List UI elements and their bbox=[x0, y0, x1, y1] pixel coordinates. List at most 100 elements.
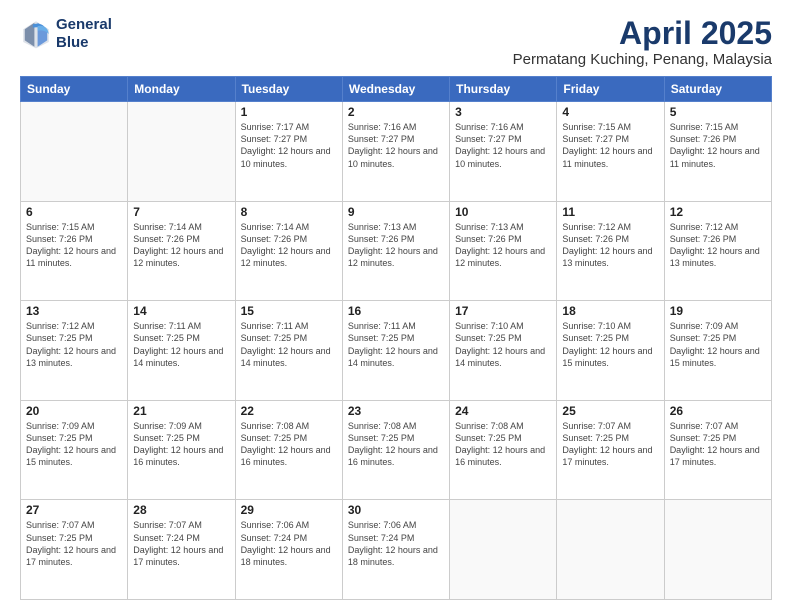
cell-w2d2: 15 Sunrise: 7:11 AM Sunset: 7:25 PM Dayli… bbox=[235, 301, 342, 401]
day-info: Sunrise: 7:14 AM Sunset: 7:26 PM Dayligh… bbox=[241, 221, 337, 270]
day-info: Sunrise: 7:14 AM Sunset: 7:26 PM Dayligh… bbox=[133, 221, 229, 270]
day-number: 3 bbox=[455, 105, 551, 119]
day-number: 29 bbox=[241, 503, 337, 517]
cell-w3d3: 23 Sunrise: 7:08 AM Sunset: 7:25 PM Dayli… bbox=[342, 400, 449, 500]
day-info: Sunrise: 7:12 AM Sunset: 7:25 PM Dayligh… bbox=[26, 320, 122, 369]
day-number: 22 bbox=[241, 404, 337, 418]
day-info: Sunrise: 7:10 AM Sunset: 7:25 PM Dayligh… bbox=[455, 320, 551, 369]
day-info: Sunrise: 7:11 AM Sunset: 7:25 PM Dayligh… bbox=[133, 320, 229, 369]
day-info: Sunrise: 7:16 AM Sunset: 7:27 PM Dayligh… bbox=[348, 121, 444, 170]
cell-w3d6: 26 Sunrise: 7:07 AM Sunset: 7:25 PM Dayli… bbox=[664, 400, 771, 500]
day-number: 2 bbox=[348, 105, 444, 119]
day-info: Sunrise: 7:15 AM Sunset: 7:26 PM Dayligh… bbox=[26, 221, 122, 270]
cell-w2d4: 17 Sunrise: 7:10 AM Sunset: 7:25 PM Dayli… bbox=[450, 301, 557, 401]
col-tuesday: Tuesday bbox=[235, 77, 342, 102]
logo-icon bbox=[20, 18, 52, 50]
cell-w3d4: 24Sunrise: 7:08 AM Sunset: 7:25 PM Dayli… bbox=[450, 400, 557, 500]
day-info: Sunrise: 7:13 AM Sunset: 7:26 PM Dayligh… bbox=[348, 221, 444, 270]
col-monday: Monday bbox=[128, 77, 235, 102]
day-number: 23 bbox=[348, 404, 444, 418]
cell-w4d6 bbox=[664, 500, 771, 600]
cell-w4d3: 30 Sunrise: 7:06 AM Sunset: 7:24 PM Dayli… bbox=[342, 500, 449, 600]
cell-w1d4: 10 Sunrise: 7:13 AM Sunset: 7:26 PM Dayli… bbox=[450, 201, 557, 301]
cell-w2d5: 18 Sunrise: 7:10 AM Sunset: 7:25 PM Dayli… bbox=[557, 301, 664, 401]
day-number: 5 bbox=[670, 105, 766, 119]
day-info: Sunrise: 7:07 AM Sunset: 7:25 PM Dayligh… bbox=[562, 420, 658, 469]
cell-w0d3: 2 Sunrise: 7:16 AM Sunset: 7:27 PM Daylig… bbox=[342, 102, 449, 202]
day-info: Sunrise: 7:12 AM Sunset: 7:26 PM Dayligh… bbox=[670, 221, 766, 270]
day-info: Sunrise: 7:10 AM Sunset: 7:25 PM Dayligh… bbox=[562, 320, 658, 369]
title-block: April 2025 Permatang Kuching, Penang, Ma… bbox=[513, 16, 772, 68]
col-sunday: Sunday bbox=[21, 77, 128, 102]
week-row-1: 6 Sunrise: 7:15 AM Sunset: 7:26 PM Daylig… bbox=[21, 201, 772, 301]
cell-w3d2: 22 Sunrise: 7:08 AM Sunset: 7:25 PM Dayli… bbox=[235, 400, 342, 500]
cell-w1d6: 12 Sunrise: 7:12 AM Sunset: 7:26 PM Dayli… bbox=[664, 201, 771, 301]
day-number: 16 bbox=[348, 304, 444, 318]
day-number: 21 bbox=[133, 404, 229, 418]
cell-w4d1: 28Sunrise: 7:07 AM Sunset: 7:24 PM Dayli… bbox=[128, 500, 235, 600]
cell-w1d3: 9Sunrise: 7:13 AM Sunset: 7:26 PM Daylig… bbox=[342, 201, 449, 301]
header: General Blue April 2025 Permatang Kuchin… bbox=[20, 16, 772, 68]
cell-w4d4 bbox=[450, 500, 557, 600]
day-number: 13 bbox=[26, 304, 122, 318]
day-info: Sunrise: 7:06 AM Sunset: 7:24 PM Dayligh… bbox=[348, 519, 444, 568]
calendar-table: Sunday Monday Tuesday Wednesday Thursday… bbox=[20, 76, 772, 600]
cell-w1d0: 6 Sunrise: 7:15 AM Sunset: 7:26 PM Daylig… bbox=[21, 201, 128, 301]
day-info: Sunrise: 7:07 AM Sunset: 7:25 PM Dayligh… bbox=[26, 519, 122, 568]
day-number: 30 bbox=[348, 503, 444, 517]
logo: General Blue bbox=[20, 16, 112, 52]
week-row-4: 27Sunrise: 7:07 AM Sunset: 7:25 PM Dayli… bbox=[21, 500, 772, 600]
logo-text: General Blue bbox=[56, 16, 112, 52]
logo-line2: Blue bbox=[56, 34, 112, 52]
cell-w0d0 bbox=[21, 102, 128, 202]
cell-w0d1 bbox=[128, 102, 235, 202]
cell-w2d6: 19 Sunrise: 7:09 AM Sunset: 7:25 PM Dayli… bbox=[664, 301, 771, 401]
cell-w0d2: 1Sunrise: 7:17 AM Sunset: 7:27 PM Daylig… bbox=[235, 102, 342, 202]
col-thursday: Thursday bbox=[450, 77, 557, 102]
day-info: Sunrise: 7:07 AM Sunset: 7:25 PM Dayligh… bbox=[670, 420, 766, 469]
day-info: Sunrise: 7:17 AM Sunset: 7:27 PM Dayligh… bbox=[241, 121, 337, 170]
cell-w3d0: 20Sunrise: 7:09 AM Sunset: 7:25 PM Dayli… bbox=[21, 400, 128, 500]
day-info: Sunrise: 7:09 AM Sunset: 7:25 PM Dayligh… bbox=[670, 320, 766, 369]
cell-w4d5 bbox=[557, 500, 664, 600]
day-info: Sunrise: 7:11 AM Sunset: 7:25 PM Dayligh… bbox=[348, 320, 444, 369]
cell-w3d5: 25 Sunrise: 7:07 AM Sunset: 7:25 PM Dayli… bbox=[557, 400, 664, 500]
day-number: 24 bbox=[455, 404, 551, 418]
cell-w3d1: 21 Sunrise: 7:09 AM Sunset: 7:25 PM Dayli… bbox=[128, 400, 235, 500]
day-number: 26 bbox=[670, 404, 766, 418]
cell-w2d3: 16 Sunrise: 7:11 AM Sunset: 7:25 PM Dayli… bbox=[342, 301, 449, 401]
day-number: 15 bbox=[241, 304, 337, 318]
col-wednesday: Wednesday bbox=[342, 77, 449, 102]
day-info: Sunrise: 7:08 AM Sunset: 7:25 PM Dayligh… bbox=[241, 420, 337, 469]
day-info: Sunrise: 7:13 AM Sunset: 7:26 PM Dayligh… bbox=[455, 221, 551, 270]
location-title: Permatang Kuching, Penang, Malaysia bbox=[513, 51, 772, 68]
day-number: 8 bbox=[241, 205, 337, 219]
col-friday: Friday bbox=[557, 77, 664, 102]
day-number: 25 bbox=[562, 404, 658, 418]
day-number: 12 bbox=[670, 205, 766, 219]
day-info: Sunrise: 7:09 AM Sunset: 7:25 PM Dayligh… bbox=[26, 420, 122, 469]
day-info: Sunrise: 7:06 AM Sunset: 7:24 PM Dayligh… bbox=[241, 519, 337, 568]
day-info: Sunrise: 7:12 AM Sunset: 7:26 PM Dayligh… bbox=[562, 221, 658, 270]
header-row: Sunday Monday Tuesday Wednesday Thursday… bbox=[21, 77, 772, 102]
day-number: 10 bbox=[455, 205, 551, 219]
day-number: 19 bbox=[670, 304, 766, 318]
day-number: 18 bbox=[562, 304, 658, 318]
day-info: Sunrise: 7:08 AM Sunset: 7:25 PM Dayligh… bbox=[348, 420, 444, 469]
cell-w4d2: 29 Sunrise: 7:06 AM Sunset: 7:24 PM Dayli… bbox=[235, 500, 342, 600]
cell-w0d5: 4Sunrise: 7:15 AM Sunset: 7:27 PM Daylig… bbox=[557, 102, 664, 202]
cell-w1d1: 7 Sunrise: 7:14 AM Sunset: 7:26 PM Daylig… bbox=[128, 201, 235, 301]
day-number: 17 bbox=[455, 304, 551, 318]
cell-w1d5: 11Sunrise: 7:12 AM Sunset: 7:26 PM Dayli… bbox=[557, 201, 664, 301]
cell-w2d0: 13 Sunrise: 7:12 AM Sunset: 7:25 PM Dayli… bbox=[21, 301, 128, 401]
day-info: Sunrise: 7:11 AM Sunset: 7:25 PM Dayligh… bbox=[241, 320, 337, 369]
week-row-0: 1Sunrise: 7:17 AM Sunset: 7:27 PM Daylig… bbox=[21, 102, 772, 202]
month-title: April 2025 bbox=[513, 16, 772, 51]
week-row-2: 13 Sunrise: 7:12 AM Sunset: 7:25 PM Dayli… bbox=[21, 301, 772, 401]
logo-line1: General bbox=[56, 16, 112, 34]
day-number: 14 bbox=[133, 304, 229, 318]
day-number: 28 bbox=[133, 503, 229, 517]
day-number: 7 bbox=[133, 205, 229, 219]
day-number: 6 bbox=[26, 205, 122, 219]
day-info: Sunrise: 7:09 AM Sunset: 7:25 PM Dayligh… bbox=[133, 420, 229, 469]
